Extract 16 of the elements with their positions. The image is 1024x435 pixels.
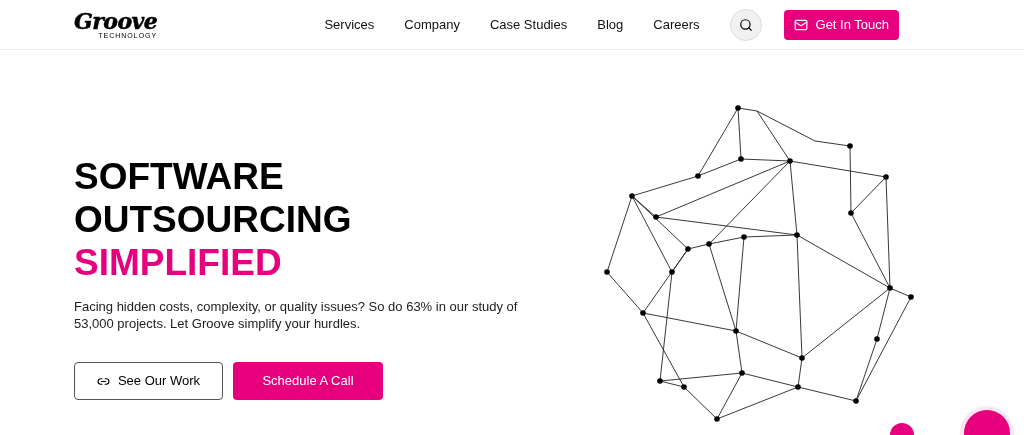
- hero-title-line: OUTSOURCING: [74, 198, 353, 241]
- search-button[interactable]: [729, 8, 762, 41]
- hero-title-line: SIMPLIFIED: [74, 241, 283, 284]
- nav-link[interactable]: Case Studies: [489, 14, 568, 35]
- nav-link[interactable]: Company: [404, 14, 460, 35]
- nav-link[interactable]: Services: [324, 14, 375, 35]
- mail-icon: [793, 17, 808, 32]
- schedule-call-button[interactable]: Schedule A Call: [233, 362, 383, 400]
- nav-link[interactable]: Blog: [597, 14, 624, 35]
- hero-title-line: SOFTWARE: [74, 155, 285, 198]
- logo-wordmark: Groove: [74, 10, 158, 32]
- see-work-button[interactable]: See Our Work: [74, 362, 223, 400]
- contact-button[interactable]: Get In Touch: [783, 9, 899, 40]
- hero-description: Facing hidden costs, complexity, or quality issues? So do 63% in our study of 53,000 projects. Let Groove simplify your hurdles.: [74, 298, 519, 332]
- nav-link[interactable]: Careers: [653, 14, 700, 35]
- search-icon: [738, 17, 753, 32]
